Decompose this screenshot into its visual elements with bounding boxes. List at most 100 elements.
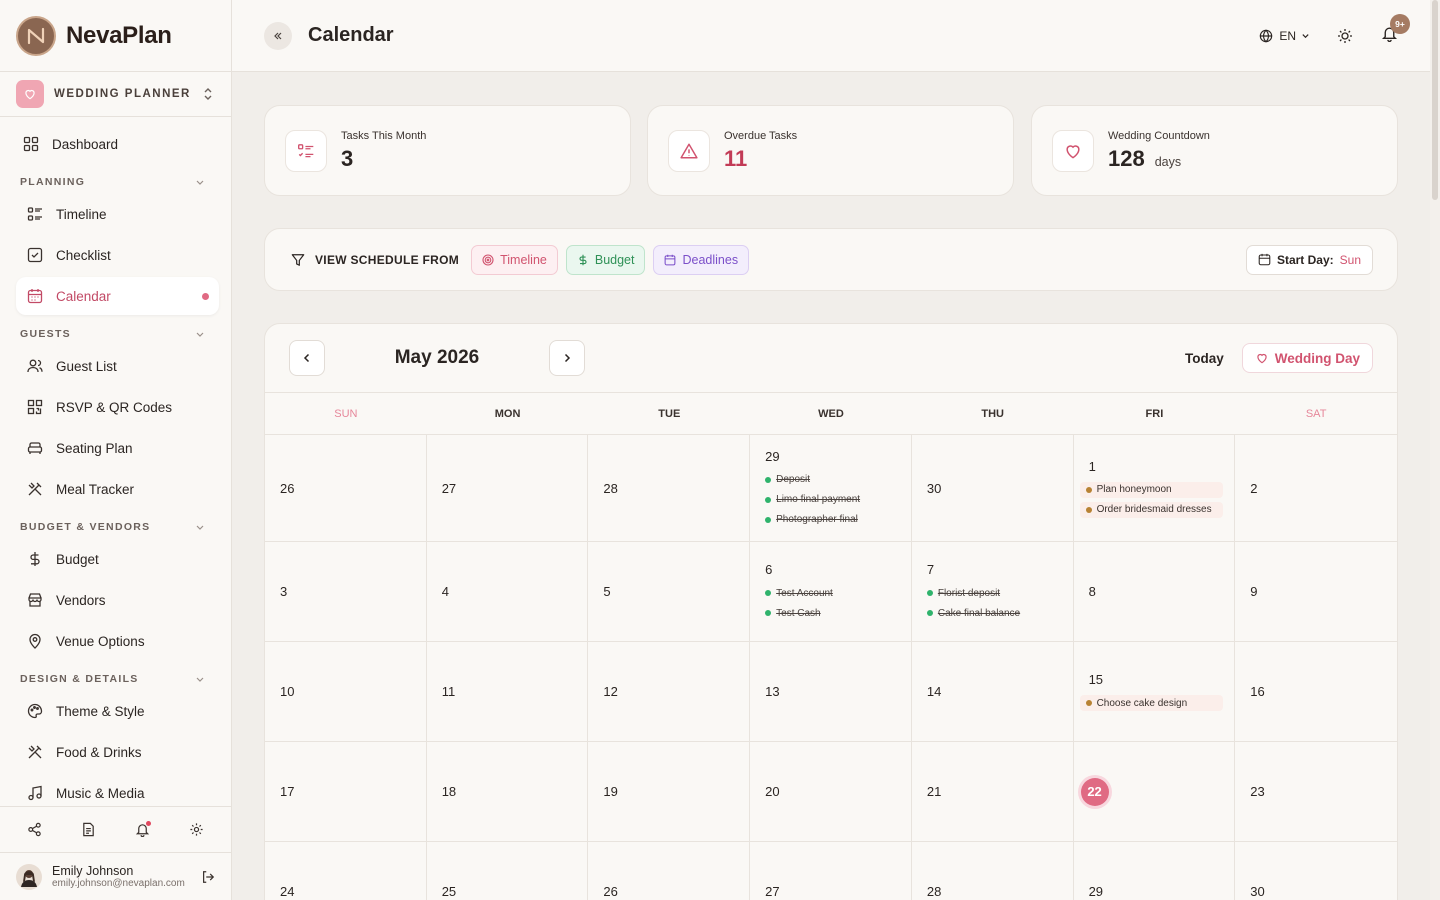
event-title: Deposit	[776, 474, 811, 485]
calendar-day-cell[interactable]: 21	[911, 742, 1074, 842]
calendar-day-cell[interactable]: 28	[912, 842, 1074, 900]
calendar-day-cell[interactable]: 13	[750, 642, 912, 742]
calendar-day-cell[interactable]: 17	[265, 742, 427, 842]
start-day-selector[interactable]: Start Day: Sun	[1245, 244, 1373, 275]
calendar-icon	[1258, 253, 1271, 266]
weekday-header: SUN MON TUE WED THU FRI SAT	[265, 393, 1397, 435]
notifications-button[interactable]: 9+	[1380, 14, 1410, 47]
calendar-day-cell[interactable]: 28	[588, 435, 751, 542]
calendar-day-cell[interactable]: 23	[1235, 742, 1397, 842]
nav-meal-tracker[interactable]: Meal Tracker	[16, 470, 219, 508]
calendar-day-cell[interactable]: 1 Plan honeymoon Order bridesmaid dresses	[1073, 435, 1236, 542]
calendar-day-cell[interactable]: 10	[265, 642, 427, 742]
calendar-day-cell[interactable]: 18	[426, 742, 589, 842]
calendar-day-cell[interactable]: 2	[1235, 435, 1397, 542]
calendar-day-cell[interactable]: 5	[588, 542, 751, 642]
calendar-day-cell[interactable]: 29	[1074, 842, 1236, 900]
completed-event[interactable]: Deposit	[765, 472, 911, 488]
calendar-day-cell[interactable]: 20	[750, 742, 912, 842]
planner-switcher[interactable]: WEDDING PLANNER	[0, 72, 231, 117]
nav-calendar[interactable]: Calendar	[16, 277, 219, 315]
calendar-day-cell[interactable]: 12	[588, 642, 751, 742]
calendar-day-cell[interactable]: 7 Florist deposit Cake final balance	[911, 542, 1074, 642]
nav-theme-style[interactable]: Theme & Style	[16, 692, 219, 730]
notification-bell-icon[interactable]	[133, 820, 152, 839]
nav-guest-list[interactable]: Guest List	[16, 347, 219, 385]
nav-timeline[interactable]: Timeline	[16, 195, 219, 233]
nav-checklist[interactable]: Checklist	[16, 236, 219, 274]
language-selector[interactable]: EN	[1257, 27, 1310, 45]
nav-label: Checklist	[56, 247, 111, 263]
completed-event[interactable]: Limo final payment	[765, 492, 911, 508]
calendar-day-cell[interactable]: 8	[1073, 542, 1236, 642]
calendar-day-cell[interactable]: 27	[750, 842, 912, 900]
share-icon[interactable]	[26, 821, 44, 839]
section-budget-vendors[interactable]: BUDGET & VENDORS	[16, 514, 219, 540]
calendar-day-cell[interactable]: 25	[427, 842, 589, 900]
weekday-label: TUE	[658, 407, 681, 420]
calendar-day-cell[interactable]: 29 Deposit Limo final payment Photographer …	[750, 435, 912, 542]
next-month-button[interactable]	[549, 340, 585, 376]
collapse-sidebar-button[interactable]	[264, 21, 292, 50]
pending-event[interactable]: Plan honeymoon	[1079, 481, 1223, 498]
calendar-day-cell[interactable]: 15 Choose cake design	[1073, 642, 1236, 742]
heart-icon	[16, 80, 44, 108]
event-title: Cake final balance	[937, 607, 1021, 619]
day-number: 26	[603, 884, 618, 899]
event-title: Test Cash	[776, 607, 821, 619]
topbar: Calendar EN 9+	[232, 0, 1430, 72]
completed-event[interactable]: Florist deposit	[926, 585, 1073, 601]
filter-chip-timeline[interactable]: Timeline	[471, 244, 558, 275]
completed-event[interactable]: Test Account	[765, 585, 911, 601]
calendar-day-cell[interactable]: 26	[265, 435, 427, 542]
pending-event[interactable]: Order bridesmaid dresses	[1079, 501, 1223, 518]
today-button[interactable]: Today	[1185, 351, 1224, 366]
calendar-day-cell[interactable]: 30	[911, 435, 1074, 542]
nav-seating-plan[interactable]: Seating Plan	[16, 429, 219, 467]
chevron-down-icon	[191, 670, 209, 688]
calendar-day-cell[interactable]: 4	[426, 542, 589, 642]
section-guests[interactable]: GUESTS	[16, 321, 219, 347]
event-list: Choose cake design	[1079, 695, 1235, 711]
calendar-day-cell[interactable]: 9	[1235, 542, 1397, 642]
nav-budget[interactable]: Budget	[16, 540, 219, 578]
nav-dashboard[interactable]: Dashboard	[16, 125, 219, 163]
wedding-day-button[interactable]: Wedding Day	[1241, 343, 1373, 373]
nav-venue-options[interactable]: Venue Options	[16, 622, 219, 660]
calendar-day-cell[interactable]: 6 Test Account Test Cash	[750, 542, 912, 642]
calendar-day-cell[interactable]: 27	[426, 435, 589, 542]
user-profile[interactable]: Emily Johnson emily.johnson@nevaplan.com	[0, 852, 231, 900]
scrollbar-thumb[interactable]	[1432, 0, 1438, 200]
theme-toggle-sun-icon[interactable]	[1336, 27, 1354, 45]
completed-event[interactable]: Test Cash	[765, 605, 911, 621]
filter-chip-budget[interactable]: Budget	[565, 244, 646, 275]
logout-icon[interactable]	[199, 868, 217, 886]
nav-rsvp[interactable]: RSVP & QR Codes	[16, 388, 219, 426]
event-status-dot	[926, 590, 933, 596]
settings-icon[interactable]	[187, 821, 205, 839]
section-planning[interactable]: PLANNING	[16, 169, 219, 195]
nav-vendors[interactable]: Vendors	[16, 581, 219, 619]
calendar-day-cell[interactable]: 22	[1073, 742, 1236, 842]
calendar-day-cell[interactable]: 16	[1235, 642, 1397, 742]
calendar-day-cell[interactable]: 14	[911, 642, 1074, 742]
weekday-label: FRI	[1145, 407, 1164, 420]
pending-event[interactable]: Choose cake design	[1079, 695, 1223, 711]
calendar-day-cell[interactable]: 26	[588, 842, 751, 900]
completed-event[interactable]: Photographer final	[765, 512, 911, 528]
page-scrollbar[interactable]	[1430, 0, 1440, 900]
calendar-day-cell[interactable]: 11	[426, 642, 589, 742]
filter-chip-deadlines[interactable]: Deadlines	[653, 244, 750, 275]
calendar-day-cell[interactable]: 19	[588, 742, 751, 842]
calendar-day-cell[interactable]: 3	[265, 542, 427, 642]
document-icon[interactable]	[80, 821, 98, 839]
section-design-details[interactable]: DESIGN & DETAILS	[16, 666, 219, 692]
completed-event[interactable]: Cake final balance	[926, 605, 1073, 621]
calendar-day-cell[interactable]: 30	[1235, 842, 1397, 900]
calendar-day-cell[interactable]: 24	[265, 842, 427, 900]
prev-month-button[interactable]	[289, 340, 325, 376]
utensils-icon	[26, 743, 44, 761]
day-number: 1	[1088, 458, 1096, 474]
brand[interactable]: NevaPlan	[0, 0, 231, 72]
nav-food-drinks[interactable]: Food & Drinks	[16, 733, 219, 771]
